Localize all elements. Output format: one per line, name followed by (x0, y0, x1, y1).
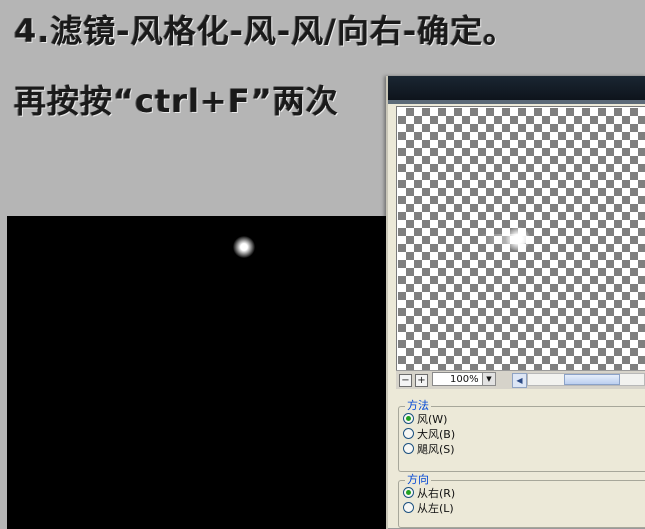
preview-frame (396, 106, 645, 372)
option-label: 大风 (417, 428, 439, 441)
preview-area[interactable] (398, 108, 645, 370)
tutorial-step-heading: 4.滤镜-风格化-风-风/向右-确定。 (14, 12, 517, 50)
direction-group: 方向 从右(R) 从左(L) (398, 473, 645, 528)
method-option-wind[interactable]: 风(W) (403, 413, 447, 427)
method-group: 方法 风(W) 大风(B) 飓风(S) (398, 399, 645, 472)
option-label: 风 (417, 413, 428, 426)
title-bar-edge (388, 100, 645, 104)
wind-filter-dialog: − + 100% ▼ ◀ 方法 风(W) 大风(B) 飓风(S) 方向 从右(R… (386, 76, 645, 529)
method-legend: 方法 (405, 399, 431, 413)
zoom-out-button[interactable]: − (399, 374, 412, 387)
image-canvas (7, 216, 387, 529)
direction-option-left[interactable]: 从左(L) (403, 502, 454, 516)
horizontal-scrollbar[interactable] (527, 373, 645, 386)
light-glow (233, 236, 255, 258)
option-shortcut: (R) (439, 487, 456, 500)
zoom-level-field[interactable]: 100% ▼ (432, 372, 496, 386)
zoom-dropdown-arrow-icon[interactable]: ▼ (482, 373, 495, 385)
scroll-left-arrow-icon[interactable]: ◀ (512, 373, 527, 388)
option-label: 从右 (417, 487, 439, 500)
radio-selected-icon[interactable] (403, 413, 414, 424)
zoom-bar: − + 100% ▼ ◀ (396, 370, 645, 389)
radio-unselected-icon[interactable] (403, 428, 414, 439)
zoom-in-button[interactable]: + (415, 374, 428, 387)
direction-legend: 方向 (405, 473, 431, 487)
option-shortcut: (B) (439, 428, 456, 441)
radio-unselected-icon[interactable] (403, 443, 414, 454)
zoom-level-value: 100% (450, 374, 479, 385)
option-shortcut: (S) (439, 443, 455, 456)
dialog-title-bar[interactable] (388, 76, 645, 100)
radio-selected-icon[interactable] (403, 487, 414, 498)
tutorial-repeat-heading: 再按按“ctrl+F”两次 (14, 82, 339, 120)
option-shortcut: (W) (428, 413, 448, 426)
option-label: 飓风 (417, 443, 439, 456)
radio-unselected-icon[interactable] (403, 502, 414, 513)
preview-glow (506, 227, 530, 251)
direction-option-right[interactable]: 从右(R) (403, 487, 455, 501)
method-option-blast[interactable]: 大风(B) (403, 428, 455, 442)
scrollbar-thumb[interactable] (564, 374, 620, 385)
option-shortcut: (L) (439, 502, 454, 515)
method-option-stagger[interactable]: 飓风(S) (403, 443, 455, 457)
option-label: 从左 (417, 502, 439, 515)
